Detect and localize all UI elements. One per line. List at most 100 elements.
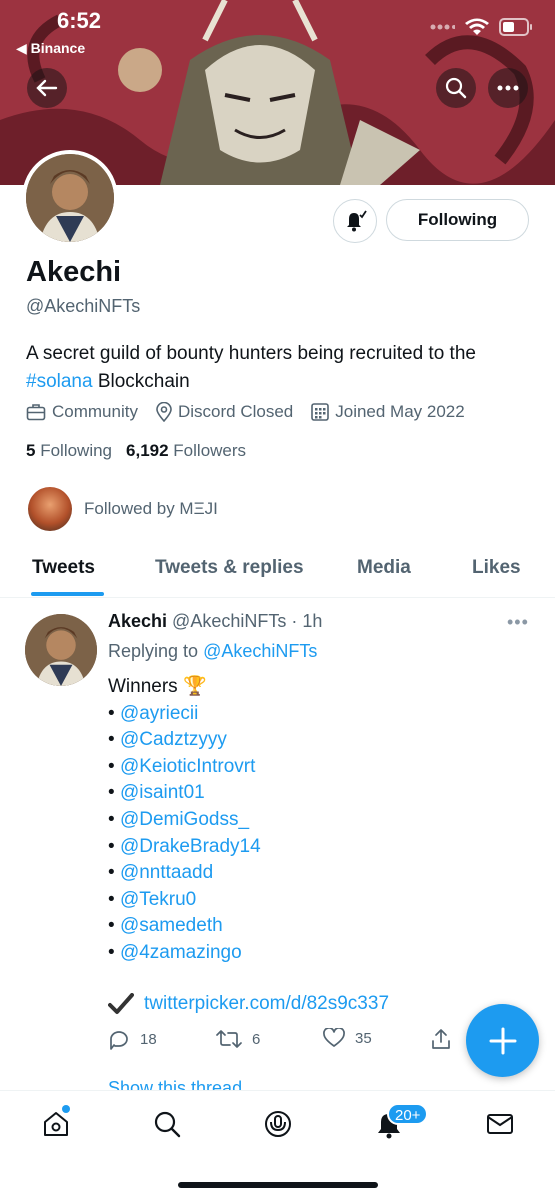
follower-avatar (28, 487, 72, 531)
reply-icon (110, 1031, 128, 1050)
category-label: Community (52, 402, 138, 421)
show-thread-link[interactable]: Show this thread (108, 1078, 242, 1090)
meta-location: Discord Closed (156, 402, 293, 422)
avatar-artwork (25, 614, 97, 686)
spaces-icon (265, 1111, 291, 1137)
tweet-mention-line: • @isaint01 (108, 782, 205, 804)
tweet-first-line: Winners 🏆 (108, 676, 207, 697)
following-count: 5 (26, 441, 36, 460)
search-icon (154, 1111, 181, 1138)
mention-link[interactable]: @samedeth (120, 915, 223, 936)
followers-count: 6,192 (126, 441, 169, 460)
profile-handle: @AkechiNFTs (26, 296, 141, 316)
followed-by-text: Followed by MΞJI (84, 499, 218, 518)
following-count-link[interactable]: 5 Following (26, 441, 112, 461)
share-icon (432, 1029, 450, 1049)
tweet-body: Winners 🏆 • @ayriecii • @Cadztzyyy • @Ke… (108, 674, 261, 967)
tweet-mention-line: • @ayriecii (108, 702, 199, 724)
tweet-author-avatar[interactable] (25, 614, 97, 686)
followers-count-link[interactable]: 6,192 Followers (126, 441, 246, 461)
search-icon (445, 77, 467, 99)
profile-tabs: Tweets Tweets & replies Media Likes (0, 540, 555, 598)
tweet-mention-line: • @DemiGodss_ (108, 808, 250, 830)
tweet-author-name[interactable]: Akechi (108, 611, 167, 631)
mention-link[interactable]: @Tekru0 (120, 889, 196, 910)
status-time: 6:52 (57, 8, 102, 33)
tweet-url-link[interactable]: twitterpicker.com/d/82s9c337 (144, 993, 389, 1015)
retweet-icon (216, 1030, 242, 1048)
heart-icon (323, 1028, 345, 1047)
profile-meta: Community Discord Closed Joined May 2022 (26, 402, 465, 422)
replying-prefix: Replying to (108, 641, 204, 661)
follow-counts: 5 Following 6,192 Followers (26, 441, 246, 461)
check-mark-icon (108, 993, 134, 1014)
replying-to-link[interactable]: @AkechiNFTs (203, 641, 317, 661)
arrow-left-icon (36, 79, 58, 97)
tab-media[interactable]: Media (357, 557, 411, 579)
tweet-meta: @AkechiNFTs · 1h (172, 611, 323, 631)
nav-messages[interactable] (484, 1108, 516, 1140)
mention-link[interactable]: @4zamazingo (120, 942, 242, 963)
followers-label: Followers (173, 441, 247, 460)
mention-link[interactable]: @DemiGodss_ (120, 809, 249, 830)
back-button[interactable] (27, 68, 67, 108)
mention-link[interactable]: @KeioticIntrovrt (120, 756, 255, 777)
reply-count: 18 (140, 1030, 157, 1048)
bio-text-end: Blockchain (92, 371, 190, 392)
home-icon (44, 1112, 68, 1136)
tab-tweets[interactable]: Tweets (32, 557, 95, 579)
profile-name: Akechi (26, 256, 122, 288)
joined-label: Joined May 2022 (335, 402, 465, 421)
tweet-more-icon[interactable]: ••• (507, 612, 529, 633)
profile-avatar[interactable] (22, 150, 118, 246)
wifi-icon (465, 18, 489, 35)
reply-button[interactable]: 18 (108, 1028, 157, 1050)
back-to-app-link[interactable]: ◀ Binance (16, 40, 85, 57)
more-options-button[interactable] (488, 68, 528, 108)
location-pin-icon (156, 402, 172, 422)
mention-link[interactable]: @isaint01 (120, 782, 205, 803)
mention-link[interactable]: @DrakeBrady14 (120, 836, 261, 857)
more-horizontal-icon (497, 85, 519, 91)
bio-text: A secret guild of bounty hunters being r… (26, 343, 476, 364)
tweet-actions: 18 6 35 (108, 1028, 458, 1054)
mail-icon (487, 1114, 513, 1134)
tweet-mention-line: • @KeioticIntrovrt (108, 755, 256, 777)
tab-likes[interactable]: Likes (472, 557, 521, 579)
tweet-link-row: twitterpicker.com/d/82s9c337 (108, 993, 389, 1015)
active-tab-indicator (31, 592, 104, 596)
tab-tweets-replies[interactable]: Tweets & replies (155, 557, 304, 579)
signal-dots-icon (430, 24, 455, 30)
nav-search[interactable] (151, 1108, 183, 1140)
nav-spaces[interactable] (262, 1108, 294, 1140)
home-indicator[interactable] (178, 1182, 378, 1188)
profile-bio: A secret guild of bounty hunters being r… (26, 340, 536, 396)
tweet-mention-line: • @nnttaadd (108, 862, 214, 884)
share-button[interactable] (430, 1028, 452, 1050)
status-icons (429, 18, 533, 36)
like-count: 35 (355, 1029, 372, 1047)
plus-icon (489, 1027, 516, 1054)
tweet-mention-line: • @Tekru0 (108, 888, 197, 910)
retweet-button[interactable]: 6 (216, 1028, 260, 1050)
tweet-mention-line: • @Cadztzyyy (108, 729, 227, 751)
mention-link[interactable]: @ayriecii (120, 703, 198, 724)
compose-tweet-button[interactable] (466, 1004, 539, 1077)
bio-hashtag-link[interactable]: #solana (26, 371, 93, 392)
meta-joined: Joined May 2022 (311, 402, 465, 422)
location-label: Discord Closed (177, 402, 294, 421)
mention-link[interactable]: @Cadztzyyy (120, 729, 227, 750)
search-button[interactable] (436, 68, 476, 108)
followed-by-row[interactable]: Followed by MΞJI (28, 487, 218, 531)
battery-icon (499, 18, 532, 36)
replying-to: Replying to @AkechiNFTs (108, 641, 317, 662)
following-button[interactable]: Following (386, 199, 529, 241)
like-button[interactable]: 35 (323, 1028, 372, 1048)
tweet-mention-line: • @samedeth (108, 915, 223, 937)
notification-bell-button[interactable] (333, 199, 377, 243)
meta-category: Community (26, 402, 138, 422)
briefcase-icon (26, 404, 46, 421)
home-unread-dot (62, 1105, 70, 1113)
tweet-header: Akechi @AkechiNFTs · 1h (108, 611, 322, 632)
mention-link[interactable]: @nnttaadd (120, 862, 213, 883)
